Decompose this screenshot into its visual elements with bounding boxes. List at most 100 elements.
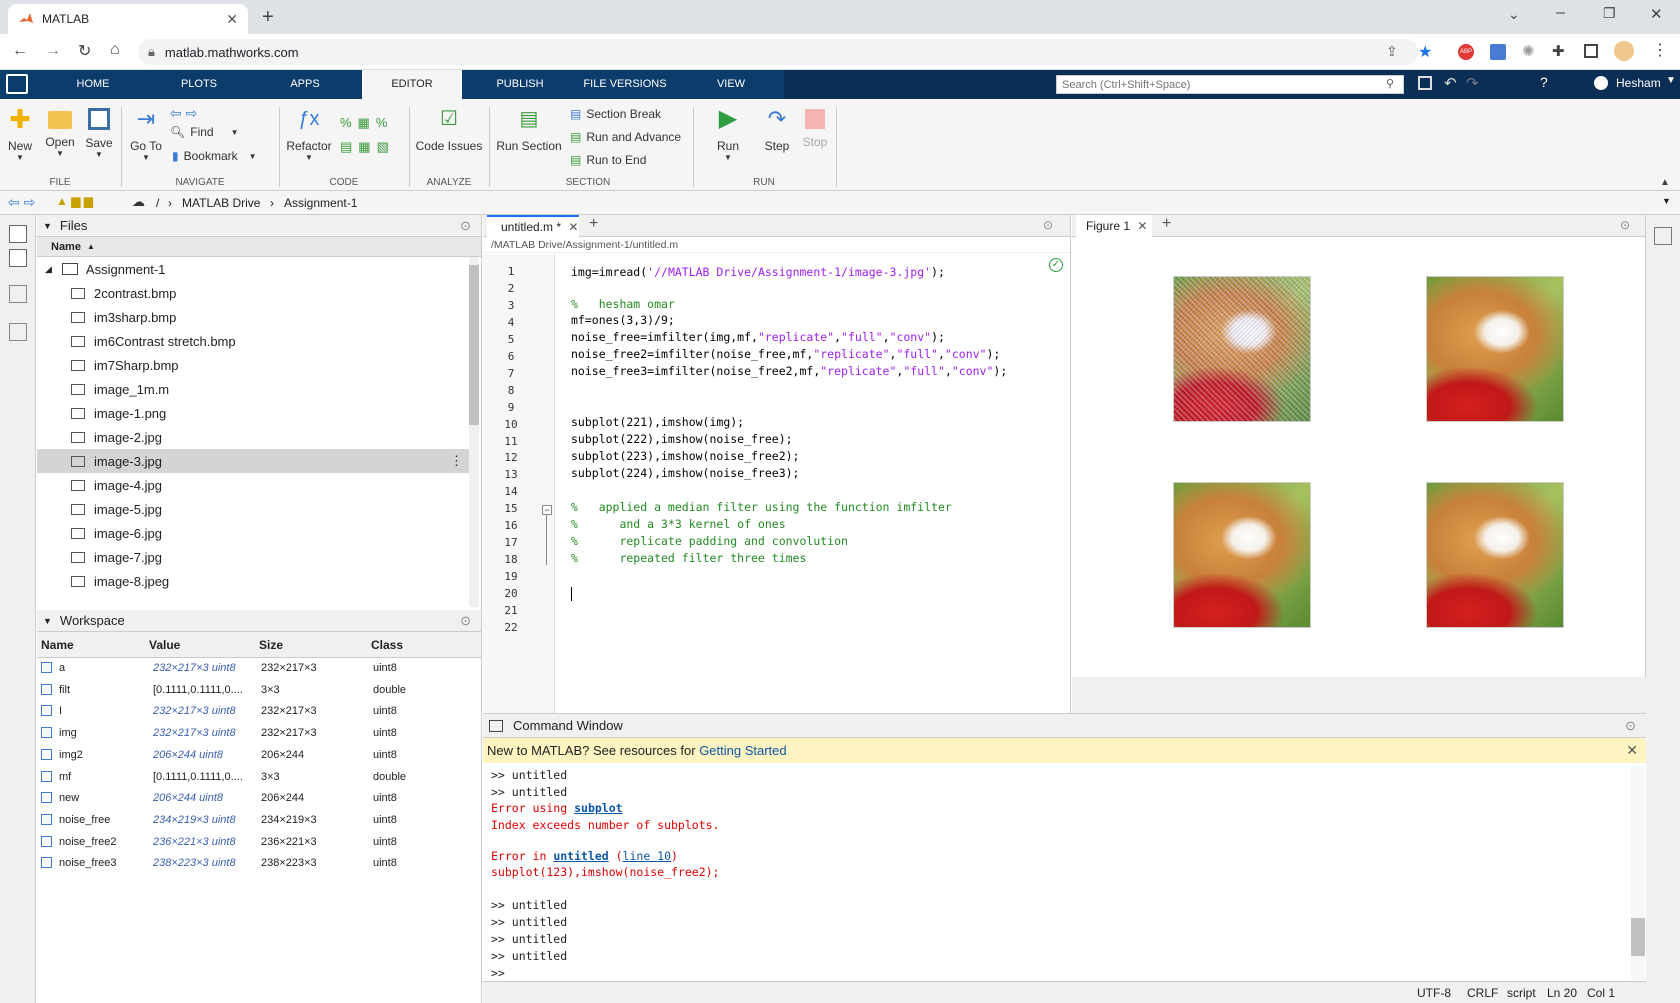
workspace-row[interactable]: new 206×244 uint8 206×244 uint8 xyxy=(37,788,517,810)
run-advance-button[interactable]: ▤ Run and Advance xyxy=(570,130,681,144)
getting-started-link[interactable]: Getting Started xyxy=(699,743,786,758)
close-tab-icon[interactable]: ✕ xyxy=(226,11,238,28)
file-row[interactable]: im7Sharp.bmp xyxy=(37,353,477,377)
subplot-3-image[interactable] xyxy=(1173,482,1311,628)
ws-col-name[interactable]: Name xyxy=(41,638,74,652)
ws-col-value[interactable]: Value xyxy=(149,638,180,652)
file-row[interactable]: image_1m.m xyxy=(37,377,477,401)
file-row[interactable]: image-1.png xyxy=(37,401,477,425)
sidepanel-icon[interactable] xyxy=(1584,44,1598,58)
share-icon[interactable]: ⇪ xyxy=(1386,43,1398,60)
file-row[interactable]: image-6.jpg xyxy=(37,521,477,545)
refactor-button[interactable]: ƒx Refactor ▼ xyxy=(284,105,334,162)
history-icon[interactable] xyxy=(9,323,27,341)
run-section-button[interactable]: ▤ Run Section xyxy=(494,105,564,153)
workspace-row[interactable]: noise_free3 238×223×3 uint8 238×223×3 uint8 xyxy=(37,853,517,875)
cmd-prompt[interactable]: >> xyxy=(491,966,505,980)
ws-col-size[interactable]: Size xyxy=(259,638,283,652)
path-drive[interactable]: MATLAB Drive xyxy=(182,196,260,210)
step-button[interactable]: ↷ Step xyxy=(754,105,800,153)
file-row[interactable]: image-8.jpeg xyxy=(37,569,477,593)
workspace-row[interactable]: I 232×217×3 uint8 232×217×3 uint8 xyxy=(37,701,517,723)
collapse-icon[interactable]: ▼ xyxy=(43,221,52,231)
tab-apps[interactable]: APPS xyxy=(272,70,338,99)
star-icon[interactable]: ★ xyxy=(1418,42,1432,62)
tab-publish[interactable]: PUBLISH xyxy=(482,70,558,99)
file-row[interactable]: image-5.jpg xyxy=(37,497,477,521)
home-icon[interactable]: ⌂ xyxy=(110,41,120,59)
file-row[interactable]: image-3.jpg ⋮ xyxy=(37,449,477,473)
tab-editor[interactable]: EDITOR xyxy=(362,70,462,99)
user-name[interactable]: Hesham xyxy=(1616,76,1661,90)
subplot-link[interactable]: subplot xyxy=(574,801,622,815)
collapse-ribbon-icon[interactable]: ▲ xyxy=(1660,177,1670,188)
back-icon[interactable]: ← xyxy=(12,42,28,60)
collapse-icon[interactable]: ▼ xyxy=(43,616,52,626)
matlab-search-input[interactable] xyxy=(1056,75,1404,94)
url-field[interactable]: 🔒︎ matlab.mathworks.com xyxy=(138,39,1418,65)
minimize-icon[interactable]: – xyxy=(1556,4,1565,22)
path-root[interactable]: / xyxy=(156,196,159,210)
untitled-link[interactable]: untitled xyxy=(553,849,608,863)
file-row[interactable]: im6Contrast stretch.bmp xyxy=(37,329,477,353)
ws-col-class[interactable]: Class xyxy=(371,638,403,652)
close-tab-icon[interactable]: ✕ xyxy=(1137,219,1147,233)
subplot-2-image[interactable] xyxy=(1426,276,1564,422)
new-button[interactable]: ✚ New ▼ xyxy=(4,105,36,162)
new-tab-icon[interactable]: + xyxy=(262,6,274,29)
folder-tools-icons[interactable]: ▲ ▆ ▆ xyxy=(56,194,93,208)
user-menu-icon[interactable]: ▼ xyxy=(1666,75,1676,86)
goto-button[interactable]: ⇥ Go To ▼ xyxy=(128,105,164,162)
file-row[interactable]: 2contrast.bmp xyxy=(37,281,477,305)
save-button[interactable]: Save ▼ xyxy=(82,105,116,159)
code-ok-icon[interactable]: ✓ xyxy=(1049,258,1063,272)
file-row[interactable]: image-2.jpg xyxy=(37,425,477,449)
file-row[interactable]: im3sharp.bmp xyxy=(37,305,477,329)
tab-plots[interactable]: PLOTS xyxy=(166,70,232,99)
tab-home[interactable]: HOME xyxy=(60,70,126,99)
reload-icon[interactable]: ↻ xyxy=(78,41,91,61)
files-name-column[interactable]: Name xyxy=(51,241,81,253)
close-tab-icon[interactable]: ✕ xyxy=(568,220,578,234)
panel-options-icon[interactable]: ⊙ xyxy=(460,218,471,234)
workspace-row[interactable]: noise_free 234×219×3 uint8 234×219×3 uint8 xyxy=(37,810,517,832)
workspace-row[interactable]: filt [0.1111,0.1111,0.... 3×3 double xyxy=(37,680,517,702)
fold-icon[interactable]: − xyxy=(542,505,552,515)
line-link[interactable]: line 10 xyxy=(623,849,671,863)
redo-icon[interactable]: ↷ xyxy=(1466,74,1479,92)
matlab-app-icon[interactable] xyxy=(6,74,28,94)
close-window-icon[interactable]: ✕ xyxy=(1650,5,1663,23)
workspace-row[interactable]: img 232×217×3 uint8 232×217×3 uint8 xyxy=(37,723,517,745)
back-folder-icon[interactable]: ⇦ ⇨ xyxy=(8,194,35,211)
panel-options-icon[interactable]: ⊙ xyxy=(1043,218,1053,232)
menu-icon[interactable]: ⋮ xyxy=(1652,40,1668,60)
bookmark-button[interactable]: ▮ Bookmark ▼ xyxy=(172,149,257,163)
subplot-4-image[interactable] xyxy=(1426,482,1564,628)
tab-search-icon[interactable]: ⌄ xyxy=(1508,6,1520,23)
file-row[interactable]: image-4.jpg xyxy=(37,473,477,497)
panel-options-icon[interactable]: ⊙ xyxy=(1620,218,1630,232)
panel-options-icon[interactable]: ⊙ xyxy=(460,613,471,629)
workspace-panel-icon[interactable] xyxy=(9,249,27,267)
search-icon[interactable]: ⚲ xyxy=(1386,77,1394,90)
tab-view[interactable]: VIEW xyxy=(706,70,756,99)
stop-button[interactable]: Stop xyxy=(800,105,830,149)
browser-tab[interactable]: MATLAB ✕ xyxy=(8,4,248,34)
workspace-row[interactable]: img2 206×244 uint8 206×244 uint8 xyxy=(37,745,517,767)
workspace-row[interactable]: noise_free2 236×221×3 uint8 236×221×3 uint8 xyxy=(37,832,517,854)
add-ons-icon[interactable] xyxy=(9,285,27,303)
editor-tab[interactable]: untitled.m * ✕ xyxy=(487,215,579,237)
workspace-row[interactable]: mf [0.1111,0.1111,0.... 3×3 double xyxy=(37,767,517,789)
help-icon[interactable]: ? xyxy=(1540,74,1548,90)
nav-arrows-icon[interactable]: ⇦ ⇨ xyxy=(170,105,197,122)
new-tab-icon[interactable]: + xyxy=(1162,215,1171,233)
subplot-1-image[interactable] xyxy=(1173,276,1311,422)
command-scrollbar[interactable] xyxy=(1631,766,1645,980)
scroll-thumb[interactable] xyxy=(469,265,479,425)
maximize-icon[interactable]: ❐ xyxy=(1603,5,1616,22)
scroll-thumb[interactable] xyxy=(1631,918,1645,956)
translate-icon[interactable] xyxy=(1490,44,1506,60)
file-row[interactable]: image-7.jpg xyxy=(37,545,477,569)
undo-icon[interactable]: ↶ xyxy=(1444,74,1457,92)
run-button[interactable]: ▶ Run ▼ xyxy=(700,105,756,162)
